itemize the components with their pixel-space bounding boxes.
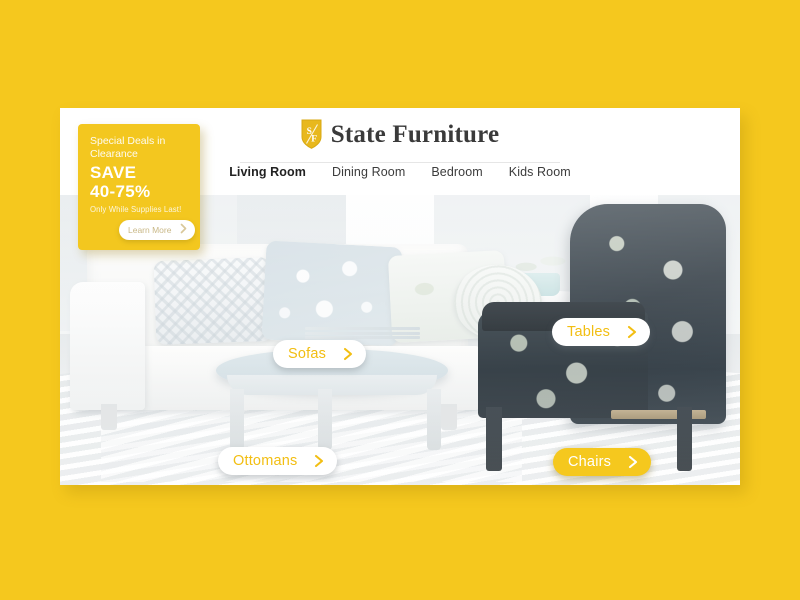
scene-pillow <box>153 256 273 345</box>
promo-note: Only While Supplies Last! <box>90 205 182 214</box>
hotspot-pill-ottomans[interactable]: Ottomans <box>218 447 338 475</box>
hotspot-label: Sofas <box>288 346 327 362</box>
chevron-right-icon <box>627 455 639 469</box>
promo-save-label: SAVE <box>90 163 137 182</box>
chevron-right-icon <box>179 221 188 239</box>
scene-chair-leg <box>486 406 502 471</box>
scene-ottoman-leg <box>427 389 441 451</box>
learn-more-label: Learn More <box>128 225 172 235</box>
shield-logo-icon: S F <box>301 119 322 149</box>
scene-sofa-leg <box>440 403 458 430</box>
nav-item-living-room[interactable]: Living Room <box>229 165 306 179</box>
hotspot-pill-tables[interactable]: Tables <box>552 318 651 346</box>
promo-discount-amount: 40-75% <box>90 182 151 201</box>
chevron-right-icon <box>342 347 354 361</box>
brand-name: State Furniture <box>330 120 500 148</box>
promo-title: Special Deals in Clearance <box>90 135 166 160</box>
hotspot-label: Tables <box>567 324 611 340</box>
hotspot-pill-sofas[interactable]: Sofas <box>273 340 367 368</box>
chevron-right-icon <box>313 454 325 468</box>
scene-ottoman-leg <box>318 389 332 451</box>
scene-chair-leg <box>676 406 693 471</box>
scene-ottoman-leg <box>230 389 244 451</box>
hotspot-label: Chairs <box>568 454 612 470</box>
logo-letter-f: F <box>311 135 317 145</box>
scene-ottoman-skirt <box>226 374 438 396</box>
nav-item-dining-room[interactable]: Dining Room <box>332 165 405 179</box>
scene-sofa-arm <box>70 282 145 410</box>
nav-divider <box>240 162 560 163</box>
nav-item-kids-room[interactable]: Kids Room <box>509 165 571 179</box>
hotspot-pill-chairs[interactable]: Chairs <box>553 448 652 476</box>
promo-clearance-card[interactable]: Special Deals in Clearance SAVE 40-75% O… <box>78 124 200 250</box>
scene-sofa-leg <box>100 403 118 430</box>
chevron-right-icon <box>626 325 638 339</box>
hotspot-label: Ottomans <box>233 453 298 469</box>
nav-item-bedroom[interactable]: Bedroom <box>431 165 482 179</box>
learn-more-button[interactable]: Learn More <box>119 220 195 240</box>
